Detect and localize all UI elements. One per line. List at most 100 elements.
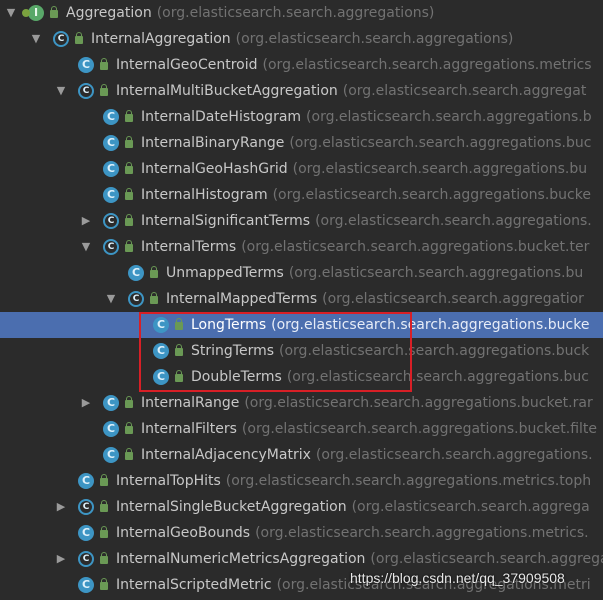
collapse-arrow-icon[interactable]: ▶ <box>54 546 68 572</box>
badge-letter: C <box>78 83 94 99</box>
package-name: (org.elasticsearch.search.aggregations.b… <box>289 135 592 151</box>
class-icon: C <box>103 109 119 125</box>
tree-row-internaltophits[interactable]: C InternalTopHits (org.elasticsearch.searc… <box>0 468 603 494</box>
expand-arrow-icon[interactable]: ▼ <box>104 286 118 312</box>
class-icon: C <box>103 421 119 437</box>
interface-icon: I <box>22 5 44 21</box>
public-lock-icon <box>100 500 108 512</box>
package-name: (org.elasticsearch.search.aggregations) <box>235 31 514 47</box>
package-name: (org.elasticsearch.search.aggregations. <box>315 447 593 463</box>
abstract-icon: C <box>78 499 94 515</box>
tree-row-internalaggregation[interactable]: ▼ C InternalAggregation (org.elasticsearch.… <box>0 26 603 52</box>
class-name: InternalTopHits <box>116 473 221 489</box>
badge-letter: C <box>103 161 119 177</box>
badge-letter: C <box>103 447 119 463</box>
node-label: InternalDateHistogram (org.elasticsearch.… <box>141 104 592 130</box>
expand-arrow-icon[interactable]: ▼ <box>79 234 93 260</box>
tree-row-unmappedterms[interactable]: C UnmappedTerms (org.elasticsearch.search.… <box>0 260 603 286</box>
class-name: InternalFilters <box>141 421 237 437</box>
class-name: InternalMappedTerms <box>166 291 318 307</box>
badge-letter: C <box>78 525 94 541</box>
tree-row-internalgeohashgrid[interactable]: C InternalGeoHashGrid (org.elasticsearch.s… <box>0 156 603 182</box>
class-name: UnmappedTerms <box>166 265 284 281</box>
class-icon: C <box>153 317 169 333</box>
public-lock-icon <box>125 448 133 460</box>
tree-row-internalgeocentroid[interactable]: C InternalGeoCentroid (org.elasticsearch.s… <box>0 52 603 78</box>
public-lock-icon <box>125 110 133 122</box>
public-lock-icon <box>50 6 58 18</box>
tree-row-internalmultibucketaggregation[interactable]: ▼ C InternalMultiBucketAggregation (org.ela… <box>0 78 603 104</box>
tree-row-internalhistogram[interactable]: C InternalHistogram (org.elasticsearch.sea… <box>0 182 603 208</box>
class-icon: C <box>103 447 119 463</box>
badge-letter: C <box>103 109 119 125</box>
badge-letter: C <box>78 551 94 567</box>
class-icon: C <box>103 135 119 151</box>
class-name: InternalGeoCentroid <box>116 57 258 73</box>
public-lock-icon <box>125 214 133 226</box>
package-name: (org.elasticsearch.search.aggregations.b… <box>271 317 590 333</box>
node-label: InternalFilters (org.elasticsearch.search… <box>141 416 597 442</box>
tree-row-internalsignificantterms[interactable]: ▶ C InternalSignificantTerms (org.elasticse… <box>0 208 603 234</box>
class-name: InternalHistogram <box>141 187 268 203</box>
package-name: (org.elasticsearch.search.aggregat <box>342 83 587 99</box>
package-name: (org.elasticsearch.search.aggregations.b… <box>272 187 591 203</box>
tree-row-internaladjacencymatrix[interactable]: C InternalAdjacencyMatrix (org.elasticsear… <box>0 442 603 468</box>
class-icon: C <box>153 369 169 385</box>
tree-row-longterms[interactable]: C LongTerms (org.elasticsearch.search.aggr… <box>0 312 603 338</box>
class-name: StringTerms <box>191 343 275 359</box>
tree-row-internalmappedterms[interactable]: ▼ C InternalMappedTerms (org.elasticsearch.… <box>0 286 603 312</box>
node-label: InternalRange (org.elasticsearch.search.a… <box>141 390 593 416</box>
class-name: InternalAggregation <box>91 31 231 47</box>
node-label: InternalTopHits (org.elasticsearch.search… <box>116 468 591 494</box>
expand-arrow-icon[interactable]: ▼ <box>29 26 43 52</box>
collapse-arrow-icon[interactable]: ▶ <box>79 390 93 416</box>
badge-letter: I <box>28 5 44 21</box>
node-label: InternalAdjacencyMatrix (org.elasticsearc… <box>141 442 593 468</box>
public-lock-icon <box>150 292 158 304</box>
package-name: (org.elasticsearch.search.aggregations.b… <box>241 421 598 437</box>
class-name: InternalAdjacencyMatrix <box>141 447 311 463</box>
expand-arrow-icon[interactable]: ▼ <box>54 78 68 104</box>
tree-row-aggregation[interactable]: ▼ I Aggregation (org.elasticsearch.search.a… <box>0 0 603 26</box>
public-lock-icon <box>125 188 133 200</box>
collapse-arrow-icon[interactable]: ▶ <box>79 208 93 234</box>
class-name: InternalGeoHashGrid <box>141 161 288 177</box>
public-lock-icon <box>100 552 108 564</box>
badge-letter: C <box>78 499 94 515</box>
class-name: InternalGeoBounds <box>116 525 251 541</box>
class-icon: C <box>78 473 94 489</box>
tree-row-internaldatehistogram[interactable]: C InternalDateHistogram (org.elasticsearch… <box>0 104 603 130</box>
package-name: (org.elasticsearch.search.aggregatior <box>322 291 584 307</box>
class-name: InternalRange <box>141 395 240 411</box>
tree-row-internalrange[interactable]: ▶ C InternalRange (org.elasticsearch.search… <box>0 390 603 416</box>
tree-row-internalgeobounds[interactable]: C InternalGeoBounds (org.elasticsearch.sea… <box>0 520 603 546</box>
expand-arrow-icon[interactable]: ▼ <box>4 0 18 26</box>
tree-row-doubleterms[interactable]: C DoubleTerms (org.elasticsearch.search.ag… <box>0 364 603 390</box>
package-name: (org.elasticsearch.search.aggregations.b… <box>288 265 584 281</box>
public-lock-icon <box>125 136 133 148</box>
package-name: (org.elasticsearch.search.aggregations.b… <box>286 369 589 385</box>
badge-letter: C <box>78 473 94 489</box>
class-name: Aggregation <box>66 5 152 21</box>
collapse-arrow-icon[interactable]: ▶ <box>54 494 68 520</box>
package-name: (org.elasticsearch.search.aggregations.m… <box>262 57 592 73</box>
public-lock-icon <box>100 58 108 70</box>
package-name: (org.elasticsearch.search.aggregations) <box>156 5 435 21</box>
tree-row-stringterms[interactable]: C StringTerms (org.elasticsearch.search.ag… <box>0 338 603 364</box>
package-name: (org.elasticsearch.search.aggregations.m… <box>225 473 592 489</box>
tree-row-internalbinaryrange[interactable]: C InternalBinaryRange (org.elasticsearch.s… <box>0 130 603 156</box>
tree-row-internalfilters[interactable]: C InternalFilters (org.elasticsearch.searc… <box>0 416 603 442</box>
node-label: UnmappedTerms (org.elasticsearch.search.a… <box>166 260 583 286</box>
badge-letter: C <box>103 213 119 229</box>
tree-row-internalterms[interactable]: ▼ C InternalTerms (org.elasticsearch.search… <box>0 234 603 260</box>
node-label: DoubleTerms (org.elasticsearch.search.agg… <box>191 364 589 390</box>
public-lock-icon <box>75 32 83 44</box>
badge-letter: C <box>78 57 94 73</box>
public-lock-icon <box>125 240 133 252</box>
class-icon: C <box>103 187 119 203</box>
public-lock-icon <box>175 344 183 356</box>
abstract-icon: C <box>78 551 94 567</box>
tree-row-internalnumericmetricsaggregation[interactable]: ▶ C InternalNumericMetricsAggregation (org.… <box>0 546 603 572</box>
tree-row-internalsinglebucketaggregation[interactable]: ▶ C InternalSingleBucketAggregation (org.el… <box>0 494 603 520</box>
class-icon: C <box>103 161 119 177</box>
